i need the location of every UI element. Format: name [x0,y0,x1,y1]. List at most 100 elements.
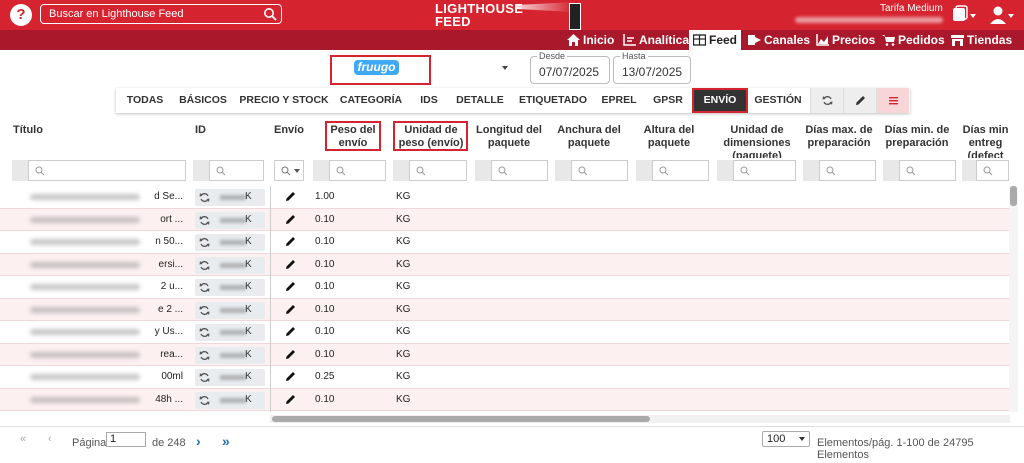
tab-todas[interactable]: TODAS [116,88,174,113]
col-longitud[interactable]: Longitud del paquete [474,124,544,150]
filter-dias-min-entrega[interactable] [976,160,1009,181]
row-id-cell[interactable]: K [195,211,265,229]
vertical-scrollbar[interactable] [1009,186,1018,412]
tab-ids[interactable]: IDS [412,88,446,113]
table-row[interactable]: ort ... K 0.10 KG [0,208,1009,231]
row-id-cell[interactable]: K [195,391,265,409]
pencil-icon[interactable] [285,326,296,337]
col-dias-min[interactable]: Días min. de preparación [884,124,950,150]
row-id-cell[interactable]: K [195,324,265,341]
pencil-icon[interactable] [285,349,296,360]
row-unidad[interactable]: KG [396,371,410,382]
pencil-icon[interactable] [285,371,296,382]
col-dias-min-entrega[interactable]: Días min entreg (defect [962,124,1009,158]
search-input[interactable]: Buscar en Lighthouse Feed [40,4,282,24]
col-altura[interactable]: Altura del paquete [640,124,698,150]
refresh-icon[interactable] [199,327,210,338]
nav-pedidos[interactable]: Pedidos [882,30,945,50]
table-row[interactable]: 48h ... K 0.10 KG [0,388,1009,411]
page-input[interactable]: 1 [106,432,146,447]
filter-longitud[interactable] [491,160,548,181]
refresh-icon[interactable] [199,215,210,226]
row-peso[interactable]: 0.25 [315,371,334,382]
stores-dropdown-icon[interactable] [950,5,978,25]
pencil-icon[interactable] [285,394,296,405]
col-envio[interactable]: Envío [274,124,304,137]
row-unidad[interactable]: KG [396,281,410,292]
row-peso[interactable]: 0.10 [315,259,334,270]
tab-gpsr[interactable]: GPSR [646,88,690,113]
lighthouse-feed-logo[interactable]: LIGHTHOUSE FEED [433,0,593,30]
row-peso[interactable]: 1.00 [315,191,334,202]
row-id-cell[interactable]: K [195,369,265,386]
refresh-icon[interactable] [199,282,210,293]
filter-dias-max[interactable] [819,160,876,181]
row-id-cell[interactable]: K [195,256,265,274]
table-row[interactable]: d Se... K 1.00 KG [0,186,1009,209]
first-page-icon[interactable]: « [20,433,26,445]
row-peso[interactable]: 0.10 [315,236,334,247]
tab-basicos[interactable]: BÁSICOS [174,88,232,113]
row-unidad[interactable]: KG [396,304,410,315]
filter-envio-dropdown[interactable] [274,160,304,181]
nav-feed[interactable]: Feed [689,30,742,50]
date-to-field[interactable]: Hasta 13/07/2025 [613,51,691,84]
filter-titulo[interactable] [28,160,186,181]
col-titulo[interactable]: Título [13,124,43,137]
filter-peso[interactable] [329,160,386,181]
row-peso[interactable]: 0.10 [315,214,334,225]
refresh-icon[interactable] [199,350,210,361]
refresh-button[interactable] [810,88,843,113]
horizontal-scroll-thumb[interactable] [272,416,650,422]
table-row[interactable]: rea... K 0.10 KG [0,343,1009,366]
col-dias-max[interactable]: Días max. de preparación [804,124,874,150]
next-page-icon[interactable]: › [196,433,201,449]
row-unidad[interactable]: KG [396,349,410,360]
filter-altura[interactable] [652,160,709,181]
row-id-cell[interactable]: K [195,346,265,364]
refresh-icon[interactable] [199,237,210,248]
refresh-icon[interactable] [199,192,210,203]
pencil-icon[interactable] [285,304,296,315]
row-peso[interactable]: 0.10 [315,304,334,315]
table-row[interactable]: e 2 ... K 0.10 KG [0,298,1009,321]
row-id-cell[interactable]: K [195,301,265,319]
tab-eprel[interactable]: EPREL [596,88,642,113]
row-unidad[interactable]: KG [396,259,410,270]
nav-inicio[interactable]: Inicio [567,30,614,50]
nav-tiendas[interactable]: Tiendas [951,30,1012,50]
table-row[interactable]: 00ml K 0.25 KG [0,366,1009,389]
row-id-cell[interactable]: K [195,234,265,251]
help-icon[interactable]: ? [10,4,32,26]
store-select[interactable]: fruugo [330,55,520,85]
menu-button[interactable] [876,88,909,113]
table-row[interactable]: 2 u... K 0.10 KG [0,276,1009,299]
refresh-icon[interactable] [199,260,210,271]
row-unidad[interactable]: KG [396,394,410,405]
pencil-icon[interactable] [285,281,296,292]
filter-anchura[interactable] [571,160,628,181]
row-unidad[interactable]: KG [396,236,410,247]
nav-precios[interactable]: Precios [816,30,875,50]
row-id-cell[interactable]: K [195,189,265,206]
user-dropdown-icon[interactable] [988,5,1016,25]
filter-dias-min[interactable] [899,160,956,181]
tab-gestion[interactable]: GESTIÓN [750,88,806,113]
filter-unidad-dim[interactable] [733,160,796,181]
vertical-scroll-thumb[interactable] [1010,186,1017,206]
nav-analitica[interactable]: Analítica [623,30,689,50]
col-unidad-dim[interactable]: Unidad de dimensiones (paquete) [712,124,802,158]
tab-categoria[interactable]: CATEGORÍA [332,88,410,113]
row-peso[interactable]: 0.10 [315,326,334,337]
row-unidad[interactable]: KG [396,191,410,202]
tab-detalle[interactable]: DETALLE [450,88,510,113]
last-page-icon[interactable]: » [222,433,230,449]
col-id[interactable]: ID [195,124,206,137]
edit-button[interactable] [843,88,876,113]
filter-id[interactable] [209,160,264,181]
date-from-field[interactable]: Desde 07/07/2025 [530,51,610,84]
row-peso[interactable]: 0.10 [315,394,334,405]
page-size-select[interactable]: 100 [762,431,810,447]
row-id-cell[interactable]: K [195,279,265,296]
table-row[interactable]: y Us... K 0.10 KG [0,321,1009,344]
